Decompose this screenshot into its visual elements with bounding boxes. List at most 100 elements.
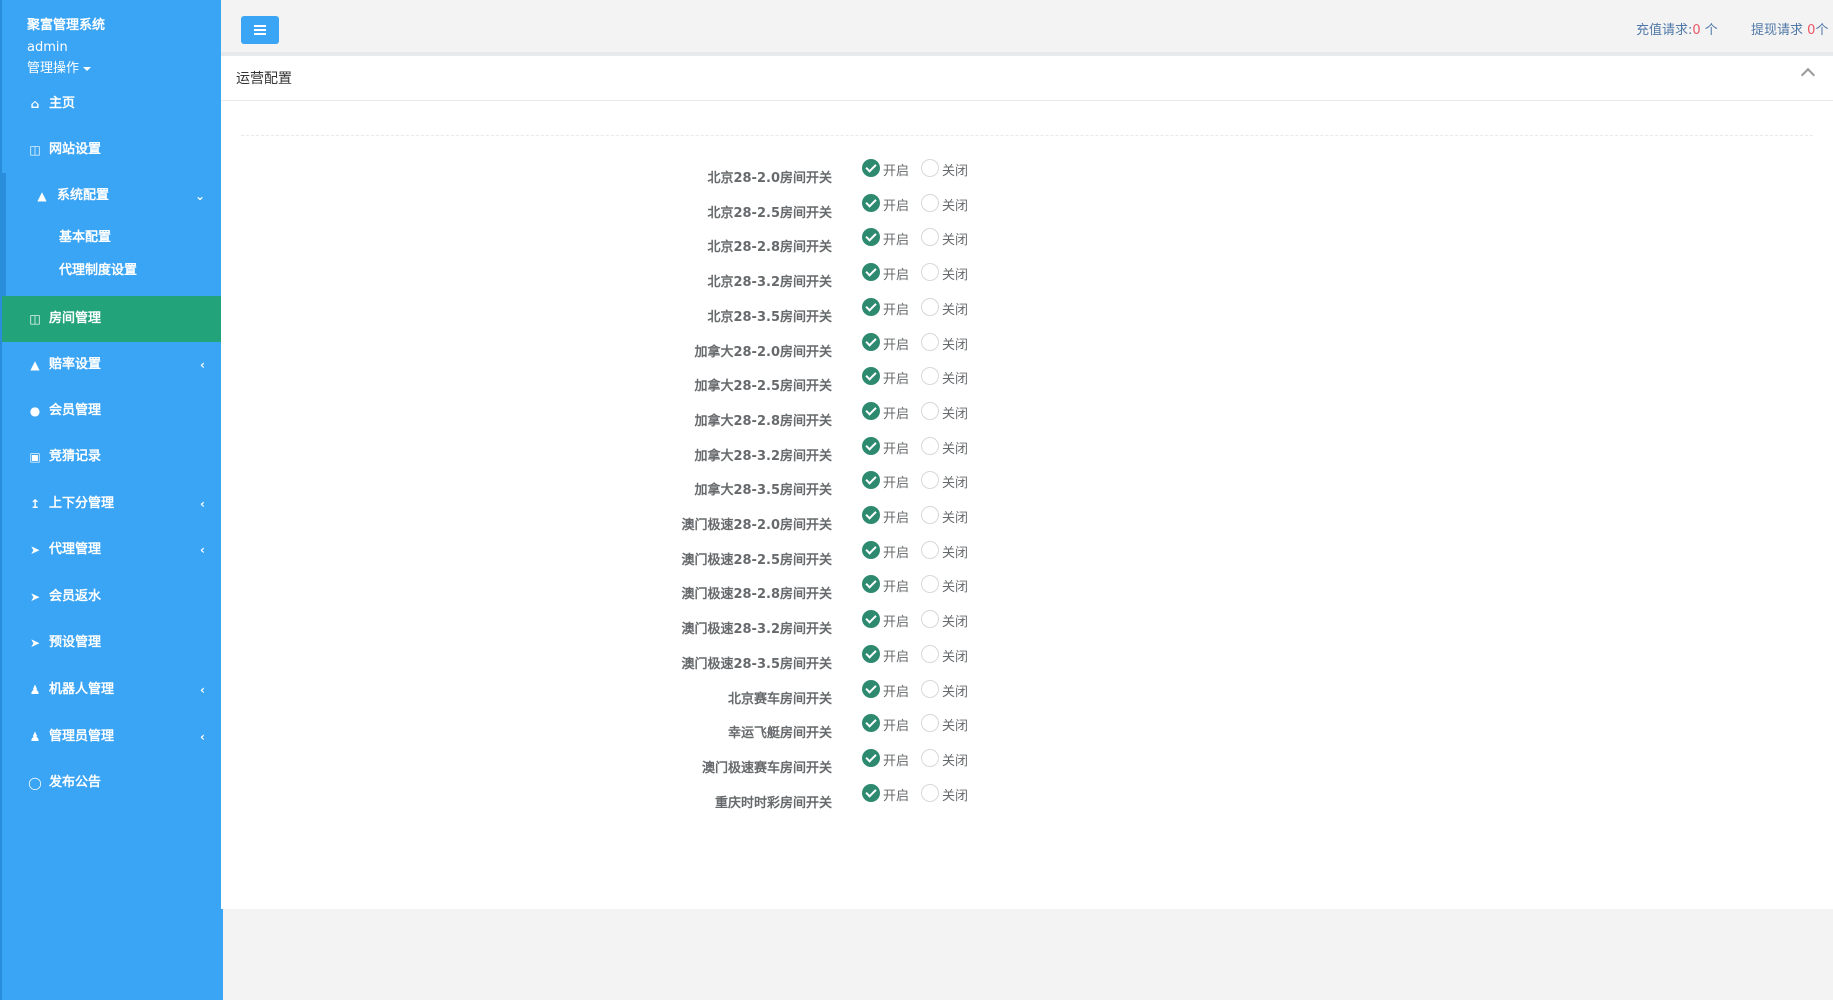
nav-item-label: 代理管理 xyxy=(49,542,102,557)
radio-label: 开启 xyxy=(883,199,910,214)
nav-item-presets[interactable]: ➤ 预设管理 xyxy=(2,620,223,666)
nav-item-home[interactable]: ⌂ 主页 xyxy=(2,81,223,127)
room-switch-row: 北京28-2.5房间开关 开启 关闭 xyxy=(221,192,1121,222)
recharge-unit: 个 xyxy=(1700,23,1718,38)
nav-item-label: 发布公告 xyxy=(49,775,102,790)
nav-item-odds-settings[interactable]: ▲ 赔率设置 ‹ xyxy=(2,342,223,388)
sub-item-agent-settings[interactable]: 代理制度设置 xyxy=(59,259,137,278)
radio-circle-icon xyxy=(921,402,939,420)
room-switch-label: 加拿大28-2.0房间开关 xyxy=(694,345,832,360)
room-switch-row: 澳门极速28-2.8房间开关 开启 关闭 xyxy=(221,573,1121,603)
caret-down-icon xyxy=(83,66,92,71)
check-circle-icon xyxy=(862,610,880,628)
chevron-left-icon: ‹ xyxy=(200,543,205,557)
nav-item-rebate[interactable]: ➤ 会员返水 xyxy=(2,574,223,620)
menu-toggle-button[interactable] xyxy=(241,16,279,44)
check-circle-icon xyxy=(862,402,880,420)
nav-item-site-settings[interactable]: ◫ 网站设置 xyxy=(2,127,223,173)
nav-item-room-management[interactable]: ◫ 房间管理 xyxy=(2,296,223,342)
check-circle-icon xyxy=(862,749,880,767)
radio-label: 关闭 xyxy=(942,754,969,769)
radio-circle-icon xyxy=(921,610,939,628)
radio-label: 关闭 xyxy=(942,546,969,561)
radio-label: 开启 xyxy=(883,685,910,700)
check-circle-icon xyxy=(862,263,880,281)
config-panel: 运营配置 北京28-2.0房间开关 开启 关闭 北京28-2.5房间开关 开启 关闭 北京2… xyxy=(221,56,1833,909)
check-circle-icon xyxy=(862,506,880,524)
nav-item-members[interactable]: ● 会员管理 xyxy=(2,388,223,434)
user-menu-label: 管理操作 xyxy=(27,61,80,76)
room-switch-label: 北京28-2.8房间开关 xyxy=(707,240,832,255)
check-circle-icon xyxy=(862,680,880,698)
room-switch-row: 澳门极速28-2.0房间开关 开启 关闭 xyxy=(221,504,1121,534)
radio-circle-icon xyxy=(921,749,939,767)
recharge-requests-link[interactable]: 充值请求:0 个 xyxy=(1636,19,1718,38)
radio-label: 开启 xyxy=(883,754,910,769)
check-circle-icon xyxy=(862,228,880,246)
radio-circle-icon xyxy=(921,575,939,593)
room-switch-row: 加拿大28-3.5房间开关 开启 关闭 xyxy=(221,469,1121,499)
room-switch-row: 澳门极速28-3.5房间开关 开启 关闭 xyxy=(221,643,1121,673)
flask-icon: ▲ xyxy=(30,358,40,372)
radio-label: 开启 xyxy=(883,338,910,353)
check-circle-icon xyxy=(862,645,880,663)
room-switch-row: 重庆时时彩房间开关 开启 关闭 xyxy=(221,782,1121,812)
radio-label: 开启 xyxy=(883,268,910,283)
room-switch-row: 北京28-2.8房间开关 开启 关闭 xyxy=(221,226,1121,256)
radio-label: 开启 xyxy=(883,407,910,422)
room-switch-label: 澳门极速28-3.2房间开关 xyxy=(681,622,832,637)
radio-label: 开启 xyxy=(883,511,910,526)
room-switch-row: 北京28-3.2房间开关 开启 关闭 xyxy=(221,261,1121,291)
columns-icon: ◫ xyxy=(29,143,41,157)
flask-icon: ▲ xyxy=(37,189,47,203)
send-icon: ➤ xyxy=(29,543,41,557)
male-icon: ♟ xyxy=(29,730,41,744)
radio-label: 关闭 xyxy=(942,338,969,353)
chevron-up-icon[interactable] xyxy=(1800,67,1816,83)
nav-item-label: 网站设置 xyxy=(49,142,102,157)
nav-item-agents[interactable]: ➤ 代理管理 ‹ xyxy=(2,527,223,573)
recharge-label: 充值请求: xyxy=(1636,23,1693,38)
nav-item-announcements[interactable]: ◯ 发布公告 xyxy=(2,760,223,806)
room-switch-row: 北京28-3.5房间开关 开启 关闭 xyxy=(221,296,1121,326)
room-switch-label: 澳门极速赛车房间开关 xyxy=(701,761,832,776)
room-switch-label: 加拿大28-2.5房间开关 xyxy=(694,379,832,394)
room-switch-label: 重庆时时彩房间开关 xyxy=(714,796,832,811)
home-icon: ⌂ xyxy=(30,97,40,111)
radio-label: 关闭 xyxy=(942,685,969,700)
radio-label: 关闭 xyxy=(942,442,969,457)
room-switch-row: 加拿大28-3.2房间开关 开启 关闭 xyxy=(221,435,1121,465)
check-circle-icon xyxy=(862,784,880,802)
check-circle-icon xyxy=(862,159,880,177)
radio-label: 开启 xyxy=(883,580,910,595)
radio-label: 开启 xyxy=(883,476,910,491)
room-switch-row: 澳门极速28-2.5房间开关 开启 关闭 xyxy=(221,539,1121,569)
nav-item-system-config[interactable]: ▲ 系统配置 ⌄ xyxy=(2,173,223,219)
room-switch-label: 加拿大28-3.2房间开关 xyxy=(694,449,832,464)
withdraw-requests-link[interactable]: 提现请求 0个 xyxy=(1751,19,1828,38)
nav-item-label: 系统配置 xyxy=(57,188,110,203)
check-circle-icon xyxy=(862,471,880,489)
withdraw-label: 提现请求 xyxy=(1751,23,1804,38)
radio-circle-icon xyxy=(921,645,939,663)
room-switch-label: 加拿大28-3.5房间开关 xyxy=(694,483,832,498)
chevron-left-icon: ‹ xyxy=(200,497,205,511)
check-circle-icon xyxy=(862,367,880,385)
room-switch-label: 澳门极速28-2.5房间开关 xyxy=(681,553,832,568)
columns-icon: ◫ xyxy=(29,312,41,326)
level-up-icon: ↥ xyxy=(29,497,41,511)
nav-item-robots[interactable]: ♟ 机器人管理 ‹ xyxy=(2,667,223,713)
nav-item-points[interactable]: ↥ 上下分管理 ‹ xyxy=(2,481,223,527)
sub-item-basic-config[interactable]: 基本配置 xyxy=(59,226,111,245)
check-circle-icon xyxy=(862,714,880,732)
user-menu-dropdown[interactable]: 管理操作 xyxy=(27,57,92,76)
radio-circle-icon xyxy=(921,784,939,802)
radio-label: 关闭 xyxy=(942,303,969,318)
nav-item-bet-records[interactable]: ▣ 竞猜记录 xyxy=(2,434,223,480)
room-switch-row: 幸运飞艇房间开关 开启 关闭 xyxy=(221,712,1121,742)
nav-item-label: 房间管理 xyxy=(49,311,102,326)
radio-label: 关闭 xyxy=(942,164,969,179)
room-switch-label: 北京28-2.5房间开关 xyxy=(707,206,832,221)
room-switch-label: 澳门极速28-3.5房间开关 xyxy=(681,657,832,672)
nav-item-admins[interactable]: ♟ 管理员管理 ‹ xyxy=(2,714,223,760)
